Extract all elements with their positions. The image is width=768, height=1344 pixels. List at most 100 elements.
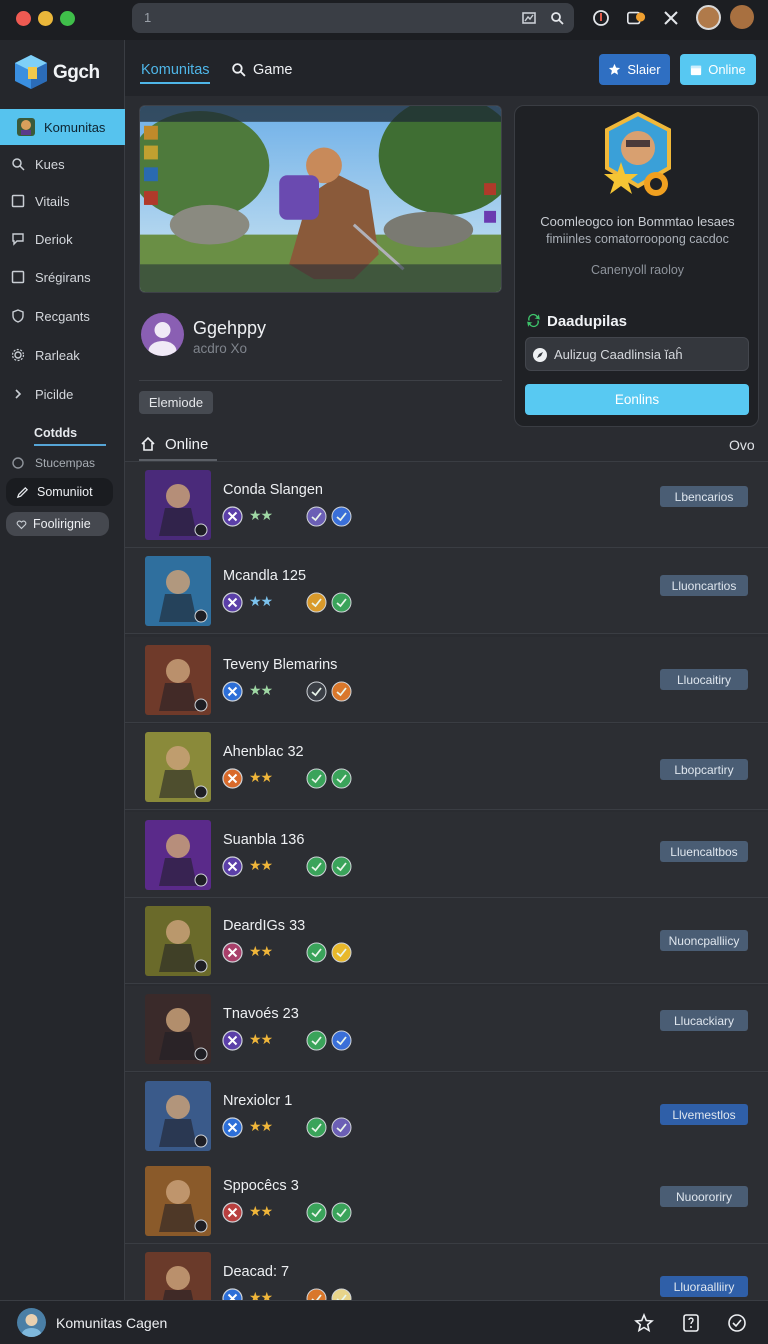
- sidebar-item-recgants[interactable]: Recgants: [0, 298, 125, 334]
- tab-game[interactable]: Game: [253, 62, 293, 78]
- list-item[interactable]: DeardIGs 33 ★★ Nuoncpalliicy: [125, 898, 768, 984]
- list-header-right[interactable]: Ovo: [729, 437, 755, 453]
- row-title: Mcandla 125: [223, 568, 307, 584]
- game-thumbnail[interactable]: [145, 470, 211, 540]
- list-item[interactable]: Tnavoés 23 ★★ Llucackiary: [125, 986, 768, 1072]
- list-item[interactable]: Mcandla 125 ★★ Lluoncartios: [125, 548, 768, 634]
- minimize-window-button[interactable]: [38, 11, 53, 26]
- row-title: Nrexiolcr 1: [223, 1093, 293, 1109]
- list-item[interactable]: Nrexiolcr 1 ★★ Llvemestlos: [125, 1073, 768, 1159]
- notification-icon[interactable]: [626, 8, 646, 28]
- row-action-button[interactable]: Lluoraalliiry: [660, 1276, 748, 1297]
- mode-chip[interactable]: Elemiode: [139, 391, 213, 414]
- pen-icon: [16, 486, 29, 498]
- list-item[interactable]: Suanbla 136 ★★ Lluencaltbos: [125, 812, 768, 898]
- row-action-button[interactable]: Nuoncpalliicy: [660, 930, 748, 951]
- profile-avatar[interactable]: [141, 313, 184, 356]
- sidebar-item-sregirans[interactable]: Srégirans: [0, 259, 125, 295]
- game-thumbnail[interactable]: [145, 906, 211, 976]
- user-icon: [148, 322, 177, 356]
- home-icon: [141, 436, 155, 451]
- sidebar-section-heading[interactable]: Cotdds: [34, 426, 77, 440]
- card-input[interactable]: Aulizug Caadlinsia ĭaĥ: [525, 337, 749, 371]
- gear-icon: [11, 348, 25, 362]
- user-avatar[interactable]: [696, 5, 721, 30]
- status-icon: [306, 856, 327, 877]
- sidebar-item-kues[interactable]: Kues: [0, 146, 125, 182]
- list-item[interactable]: Sppocêcs 3 ★★ Nuoororiry: [125, 1158, 768, 1244]
- row-action-button[interactable]: Lbencarios: [660, 486, 748, 507]
- star-button[interactable]: Slaier: [599, 54, 670, 85]
- rank-badge-icon: [222, 942, 243, 963]
- search-icon[interactable]: [550, 11, 564, 25]
- row-title: DeardIGs 33: [223, 918, 306, 934]
- bottom-avatar[interactable]: [17, 1308, 46, 1337]
- game-thumbnail[interactable]: [145, 1166, 211, 1236]
- sidebar-item-komunitas[interactable]: Komunitas: [0, 109, 125, 145]
- row-title: Sppocêcs 3: [223, 1178, 299, 1194]
- record-icon[interactable]: [591, 8, 611, 28]
- card-input-value: Aulizug Caadlinsia ĭaĥ: [554, 346, 683, 362]
- list-item[interactable]: Deacad: 7 ★★ Lluoraalliiry: [125, 1244, 768, 1322]
- help-icon[interactable]: [681, 1313, 701, 1333]
- card-title: Daadupilas: [547, 313, 628, 330]
- row-action-button[interactable]: Lluoncartios: [660, 575, 748, 596]
- sidebar: Ggch Komunitas Kues Vitails Deriok Srégi…: [0, 40, 125, 1300]
- status-icon: [331, 592, 352, 613]
- online-button[interactable]: Online: [680, 54, 756, 85]
- sidebar-item-stucempas[interactable]: Stucempas: [0, 445, 125, 481]
- refresh-icon: [527, 313, 540, 328]
- sidebar-item-rarleak[interactable]: Rarleak: [0, 337, 125, 373]
- profile-badge-icon[interactable]: [730, 5, 754, 29]
- game-thumbnail[interactable]: [145, 820, 211, 890]
- top-header: [125, 40, 768, 96]
- rating-stars: ★★: [249, 857, 273, 873]
- search-icon[interactable]: [231, 62, 246, 77]
- status-icon: [331, 856, 352, 877]
- row-action-button[interactable]: Nuoororiry: [660, 1186, 748, 1207]
- status-icon: [331, 1030, 352, 1051]
- list-item[interactable]: Conda Slangen ★★ Lbencarios: [125, 462, 768, 548]
- list-item[interactable]: Ahenblac 32 ★★ Lbopcartiry: [125, 724, 768, 810]
- address-bar[interactable]: 1: [132, 3, 574, 33]
- sidebar-item-somuniiot[interactable]: Somuniiot: [6, 478, 113, 506]
- game-thumbnail[interactable]: [145, 994, 211, 1064]
- row-action-button[interactable]: Lluocaitiry: [660, 669, 748, 690]
- tab-komunitas[interactable]: Komunitas: [141, 62, 210, 78]
- game-thumbnail[interactable]: [145, 732, 211, 802]
- game-icon: [17, 118, 35, 136]
- settings-icon[interactable]: [727, 1313, 747, 1333]
- image-icon[interactable]: [522, 11, 536, 25]
- sidebar-item-label: Srégirans: [35, 269, 91, 285]
- star-icon[interactable]: [634, 1313, 654, 1333]
- game-thumbnail[interactable]: [145, 1081, 211, 1151]
- sidebar-item-picilde[interactable]: Picilde: [0, 376, 125, 412]
- maximize-window-button[interactable]: [60, 11, 75, 26]
- rating-stars: ★★: [249, 1118, 273, 1134]
- list-tab-online[interactable]: Online: [165, 436, 208, 453]
- sidebar-item-label: Recgants: [35, 308, 90, 324]
- list-item[interactable]: Teveny Blemarins ★★ Lluocaitiry: [125, 637, 768, 723]
- game-thumbnail[interactable]: [145, 556, 211, 626]
- sidebar-item-vitails[interactable]: Vitails: [0, 183, 125, 219]
- row-action-button[interactable]: Llucackiary: [660, 1010, 748, 1031]
- row-action-button[interactable]: Lbopcartiry: [660, 759, 748, 780]
- row-title: Suanbla 136: [223, 832, 305, 848]
- tools-icon[interactable]: [661, 8, 681, 28]
- chevron-right-icon: [15, 389, 22, 399]
- close-window-button[interactable]: [16, 11, 31, 26]
- rating-stars: ★★: [249, 943, 273, 959]
- row-title: Teveny Blemarins: [223, 657, 338, 673]
- sidebar-item-label: Somuniiot: [37, 485, 93, 499]
- game-thumbnail[interactable]: [145, 645, 211, 715]
- row-title: Ahenblac 32: [223, 744, 304, 760]
- row-action-button[interactable]: Llvemestlos: [660, 1104, 748, 1125]
- address-text: 1: [144, 10, 152, 25]
- row-action-button[interactable]: Lluencaltbos: [660, 841, 748, 862]
- card-primary-button[interactable]: Eonlins: [525, 384, 749, 415]
- rank-badge-icon: [222, 592, 243, 613]
- game-banner-image[interactable]: [139, 105, 502, 293]
- rating-stars: ★★: [249, 682, 273, 698]
- sidebar-item-foolirignie[interactable]: Foolirignie: [6, 512, 109, 536]
- sidebar-item-deriok[interactable]: Deriok: [0, 221, 125, 257]
